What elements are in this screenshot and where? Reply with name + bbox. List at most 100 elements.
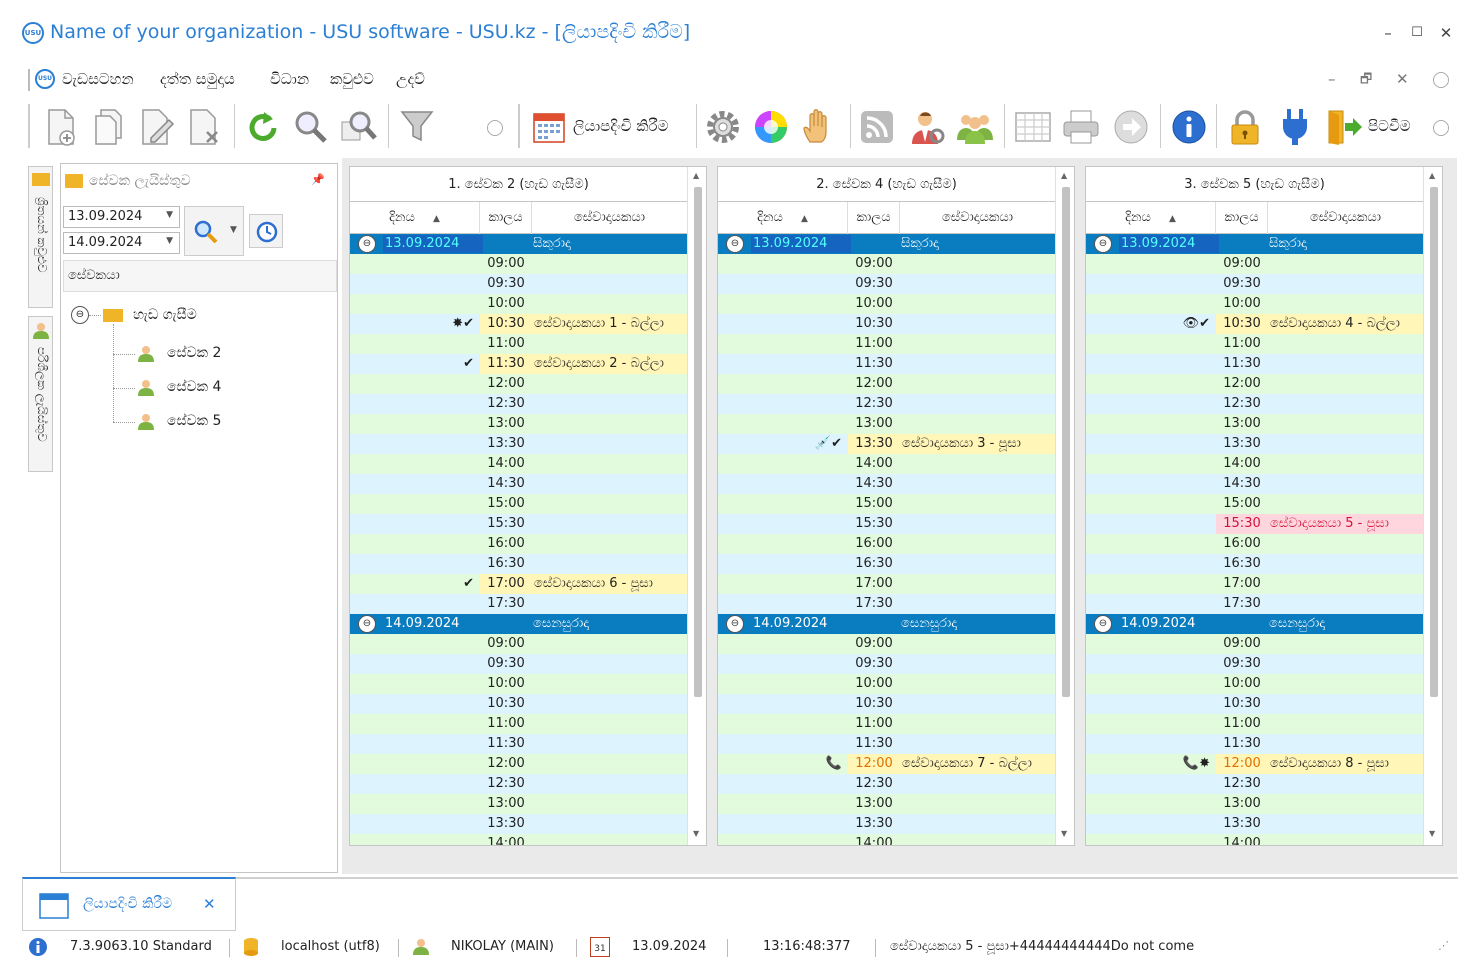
time-slot-row[interactable]: 09:30 bbox=[1086, 274, 1423, 294]
time-slot-row[interactable]: 09:00 bbox=[350, 254, 687, 274]
employee-column-header[interactable]: සේවකයා bbox=[63, 260, 337, 292]
date-to-field[interactable]: 14.09.2024 ▼ bbox=[63, 232, 180, 254]
time-slot-row[interactable]: 17:30 bbox=[1086, 594, 1423, 614]
plugin-plug-icon[interactable] bbox=[1272, 104, 1318, 150]
time-slot-row[interactable]: ✸✔ 10:30 සේවාදායකයා 1 - බල්ලා bbox=[350, 314, 687, 334]
color-wheel-icon[interactable] bbox=[748, 104, 794, 150]
user-settings-icon[interactable] bbox=[904, 104, 950, 150]
menu-item-program[interactable]: වැඩසටහන bbox=[62, 70, 134, 88]
window-minimize-button[interactable]: – bbox=[1377, 22, 1399, 44]
time-slot-row[interactable]: 14:30 bbox=[718, 474, 1055, 494]
exit-door-icon[interactable] bbox=[1320, 104, 1366, 150]
scroll-down-icon[interactable]: ▼ bbox=[1061, 829, 1067, 838]
mdi-restore-button[interactable]: 🗗 bbox=[1360, 70, 1372, 92]
mdi-minimize-button[interactable]: – bbox=[1328, 70, 1336, 88]
scrollbar-thumb[interactable] bbox=[1430, 187, 1438, 697]
time-slot-row[interactable]: 13:00 bbox=[1086, 794, 1423, 814]
mdi-close-button[interactable]: ✕ bbox=[1396, 70, 1409, 88]
time-slot-row[interactable]: 11:00 bbox=[718, 334, 1055, 354]
time-slot-row[interactable]: 10:30 bbox=[718, 694, 1055, 714]
delete-record-icon[interactable] bbox=[182, 104, 228, 150]
resize-grip-icon[interactable]: ⋰ bbox=[1438, 939, 1449, 952]
time-slot-row[interactable]: 15:30 සේවාදායකයා 5 - පූසා bbox=[1086, 514, 1423, 534]
scroll-up-icon[interactable]: ▲ bbox=[1429, 171, 1435, 180]
time-slot-row[interactable]: 10:00 bbox=[1086, 674, 1423, 694]
scroll-up-icon[interactable]: ▲ bbox=[1061, 171, 1067, 180]
time-slot-row[interactable]: 11:30 bbox=[718, 734, 1055, 754]
settings-gear-icon[interactable] bbox=[700, 104, 746, 150]
time-slot-row[interactable]: 09:00 bbox=[718, 254, 1055, 274]
time-slot-row[interactable]: 14:30 bbox=[350, 474, 687, 494]
time-slot-row[interactable]: 15:30 bbox=[718, 514, 1055, 534]
search-split-button[interactable]: ▼ bbox=[184, 206, 244, 256]
table-grid-icon[interactable] bbox=[1010, 104, 1056, 150]
user-list-tab[interactable]: පරිශීලක ලැයිස්තුව bbox=[28, 316, 53, 472]
time-slot-row[interactable]: 11:00 bbox=[350, 334, 687, 354]
collapse-group-icon[interactable]: ⊖ bbox=[726, 615, 744, 633]
time-slot-row[interactable]: 09:30 bbox=[1086, 654, 1423, 674]
collapse-group-icon[interactable]: ⊖ bbox=[358, 235, 376, 253]
time-slot-row[interactable]: 11:30 bbox=[350, 734, 687, 754]
date-column-header[interactable]: දිනය ▲ bbox=[718, 202, 848, 234]
time-slot-row[interactable]: 13:00 bbox=[350, 794, 687, 814]
tree-item-employee[interactable]: සේවක 4 bbox=[167, 379, 221, 395]
time-slot-row[interactable]: 13:00 bbox=[718, 794, 1055, 814]
time-slot-row[interactable]: 14:00 bbox=[1086, 834, 1423, 845]
tree-item-employee[interactable]: සේවක 5 bbox=[167, 413, 221, 429]
date-column-header[interactable]: දිනය ▲ bbox=[350, 202, 480, 234]
time-slot-row[interactable]: 📞 12:00 සේවාදායකයා 7 - බල්ලා bbox=[718, 754, 1055, 774]
rss-feed-icon[interactable] bbox=[854, 104, 900, 150]
time-slot-row[interactable]: 12:00 bbox=[718, 374, 1055, 394]
date-from-field[interactable]: 13.09.2024 ▼ bbox=[63, 206, 180, 228]
time-slot-row[interactable]: ✔ 17:00 සේවාදායකයා 6 - පූසා bbox=[350, 574, 687, 594]
time-slot-row[interactable]: 👁✔ 10:30 සේවාදායකයා 4 - බල්ලා bbox=[1086, 314, 1423, 334]
time-slot-row[interactable]: 13:30 bbox=[350, 814, 687, 834]
time-slot-row[interactable]: 13:30 bbox=[718, 814, 1055, 834]
client-column-header[interactable]: සේවාදායකයා bbox=[900, 202, 1055, 234]
time-slot-row[interactable]: 11:00 bbox=[718, 714, 1055, 734]
tab-register[interactable]: ලියාපදිංචි කිරීම ✕ bbox=[22, 877, 236, 931]
calendar-icon[interactable] bbox=[526, 104, 572, 150]
time-slot-row[interactable]: 10:30 bbox=[1086, 694, 1423, 714]
tree-item-employee[interactable]: සේවක 2 bbox=[167, 345, 221, 361]
time-slot-row[interactable]: 09:30 bbox=[350, 654, 687, 674]
register-button-label[interactable]: ලියාපදිංචි කිරීම bbox=[573, 117, 668, 135]
time-slot-row[interactable]: 09:00 bbox=[718, 634, 1055, 654]
client-column-header[interactable]: සේවාදායකයා bbox=[532, 202, 687, 234]
time-column-header[interactable]: කාලය bbox=[1216, 202, 1268, 234]
collapse-group-icon[interactable]: ⊖ bbox=[358, 615, 376, 633]
vertical-scrollbar[interactable]: ▲ ▼ bbox=[1423, 167, 1442, 845]
time-slot-row[interactable]: 13:00 bbox=[1086, 414, 1423, 434]
time-slot-row[interactable]: 17:30 bbox=[718, 594, 1055, 614]
time-slot-row[interactable]: 💉✔ 13:30 සේවාදායකයා 3 - පූසා bbox=[718, 434, 1055, 454]
time-slot-row[interactable]: 13:30 bbox=[350, 434, 687, 454]
time-slot-row[interactable]: 13:30 bbox=[1086, 814, 1423, 834]
date-group-row[interactable]: ⊖ 14.09.2024 සෙනසුරාදා bbox=[718, 614, 1055, 634]
time-slot-row[interactable]: 12:30 bbox=[718, 394, 1055, 414]
time-slot-row[interactable]: 16:30 bbox=[1086, 554, 1423, 574]
time-slot-row[interactable]: 11:00 bbox=[1086, 714, 1423, 734]
time-slot-row[interactable]: 09:00 bbox=[350, 634, 687, 654]
mdi-expand-icon[interactable] bbox=[1433, 72, 1449, 88]
copy-record-icon[interactable] bbox=[86, 104, 132, 150]
collapse-tree-icon[interactable]: ⊖ bbox=[71, 306, 89, 324]
time-slot-row[interactable]: 12:30 bbox=[350, 774, 687, 794]
time-slot-row[interactable]: 09:30 bbox=[718, 654, 1055, 674]
date-group-row[interactable]: ⊖ 13.09.2024 සිකුරාදා bbox=[1086, 234, 1423, 254]
menu-item-database[interactable]: දත්ත සමුදාය bbox=[160, 70, 235, 88]
menu-item-help[interactable]: උදව් bbox=[396, 70, 425, 88]
refresh-icon[interactable] bbox=[240, 104, 286, 150]
date-group-row[interactable]: ⊖ 14.09.2024 සෙනසුරාදා bbox=[350, 614, 687, 634]
toolbar-expand-icon-right[interactable] bbox=[1433, 120, 1449, 136]
time-slot-row[interactable]: 17:00 bbox=[1086, 574, 1423, 594]
search-icon[interactable] bbox=[288, 104, 334, 150]
time-slot-row[interactable]: 10:00 bbox=[1086, 294, 1423, 314]
time-slot-row[interactable]: 12:30 bbox=[1086, 394, 1423, 414]
user-group-icon[interactable] bbox=[952, 104, 998, 150]
date-group-row[interactable]: ⊖ 13.09.2024 සිකුරාදා bbox=[350, 234, 687, 254]
schedule-clock-button[interactable] bbox=[249, 214, 283, 248]
time-slot-row[interactable]: 10:00 bbox=[350, 674, 687, 694]
time-slot-row[interactable]: 11:30 bbox=[1086, 354, 1423, 374]
chevron-down-icon[interactable]: ▼ bbox=[230, 225, 237, 235]
functions-window-tab[interactable]: ශ්‍රිතයන් කවුළුව bbox=[28, 166, 53, 308]
